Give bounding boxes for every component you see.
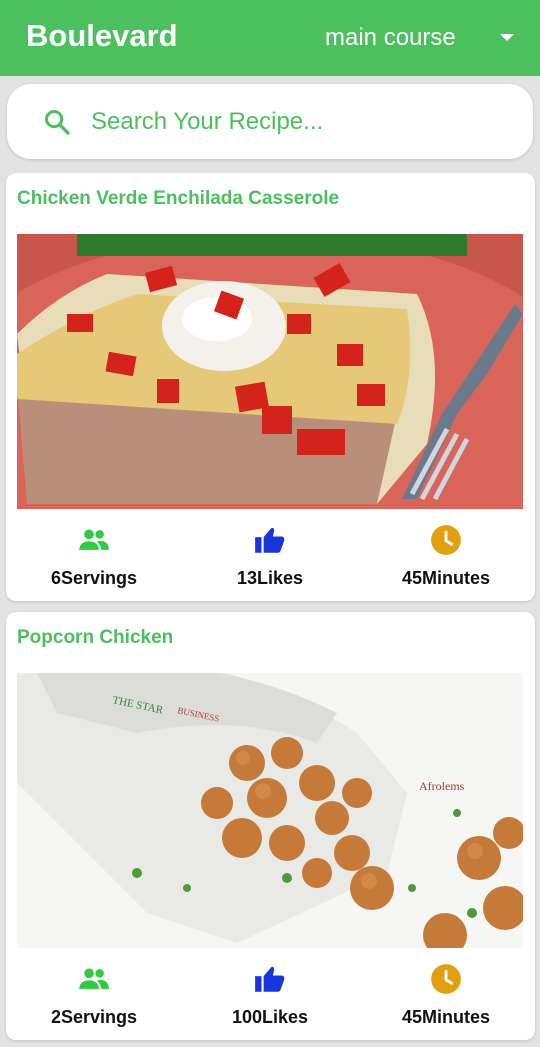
servings-stat: 2Servings	[6, 948, 182, 1040]
time-label: 45Minutes	[401, 1007, 491, 1027]
search-bar[interactable]	[7, 84, 533, 159]
app-bar: Boulevard main course	[0, 0, 540, 76]
clock-icon	[431, 525, 461, 555]
recipe-title[interactable]: Popcorn Chicken	[17, 627, 173, 649]
category-selected-value: main course	[325, 24, 456, 51]
people-icon	[79, 529, 109, 550]
recipe-stats: 2Servings 100Likes 45Minutes	[6, 948, 535, 1040]
clock-icon	[431, 964, 461, 994]
thumbs-up-icon[interactable]	[253, 523, 287, 557]
search-icon	[44, 109, 70, 135]
recipe-card[interactable]: Chicken Verde Enchilada Casserole 6Servi…	[6, 173, 535, 601]
time-stat: 45Minutes	[358, 948, 534, 1040]
image-watermark: Afrolems	[419, 779, 465, 793]
likes-stat[interactable]: 13Likes	[182, 509, 358, 601]
recipe-stats: 6Servings 13Likes 45Minutes	[6, 509, 535, 601]
servings-label: 2Servings	[50, 1007, 138, 1027]
servings-label: 6Servings	[50, 568, 138, 588]
search-input[interactable]	[91, 104, 511, 140]
app-title: Boulevard	[26, 18, 178, 53]
time-stat: 45Minutes	[358, 509, 534, 601]
likes-label: 13Likes	[236, 568, 304, 588]
recipe-image[interactable]: THE STAR BUSINESS Afrolems	[17, 673, 523, 948]
time-label: 45Minutes	[401, 568, 491, 588]
thumbs-up-icon[interactable]	[253, 962, 287, 996]
recipe-card[interactable]: Popcorn Chicken THE STAR BUSINESS Afrole…	[6, 612, 535, 1040]
recipe-title[interactable]: Chicken Verde Enchilada Casserole	[17, 188, 339, 210]
servings-stat: 6Servings	[6, 509, 182, 601]
likes-label: 100Likes	[231, 1007, 309, 1027]
people-icon	[79, 968, 109, 989]
dropdown-chevron-icon	[500, 34, 514, 41]
category-dropdown[interactable]: main course	[300, 0, 540, 76]
likes-stat[interactable]: 100Likes	[182, 948, 358, 1040]
recipe-image[interactable]	[17, 234, 523, 509]
